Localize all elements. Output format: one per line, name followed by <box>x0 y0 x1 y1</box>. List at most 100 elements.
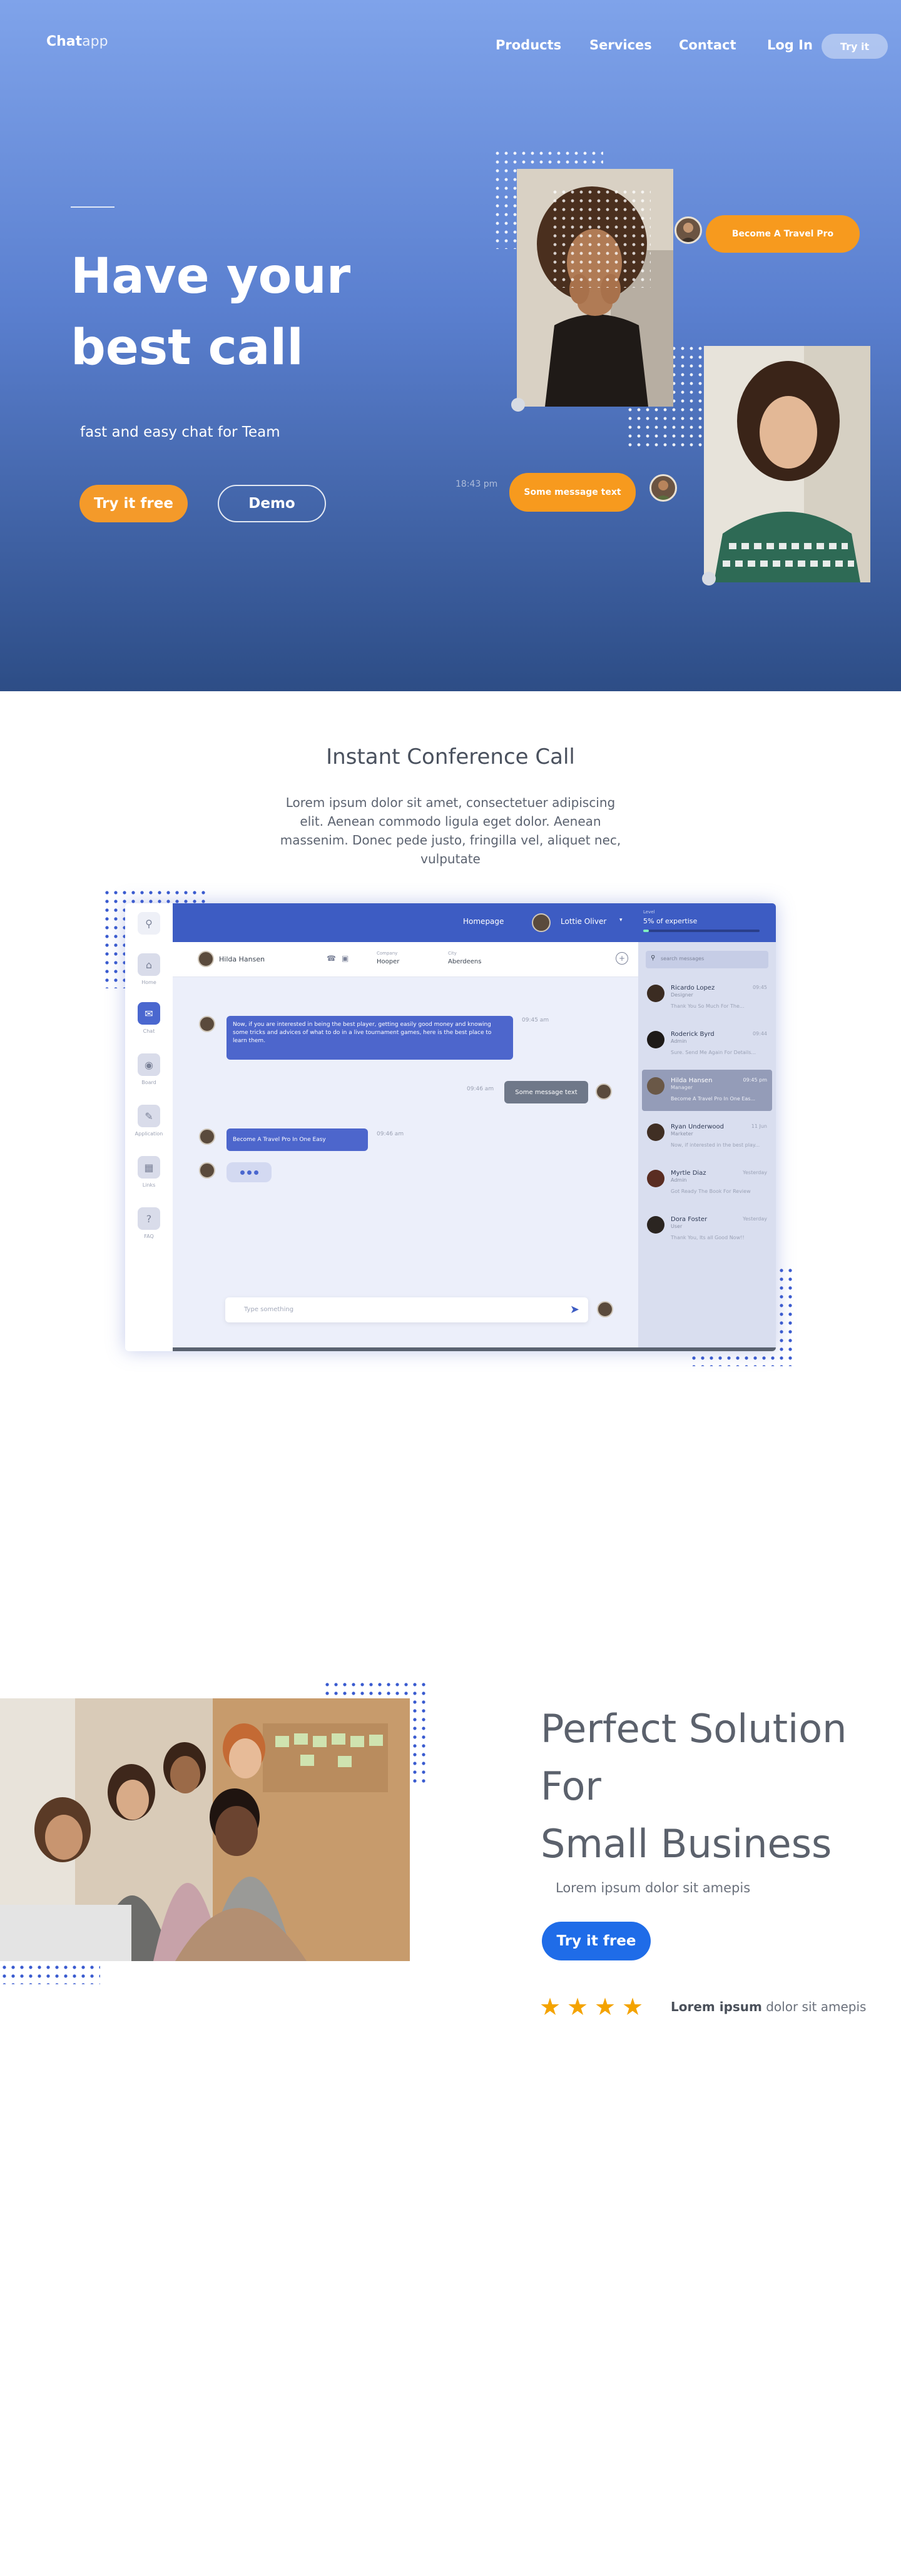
message-incoming: Become A Travel Pro In One Easy <box>227 1128 368 1151</box>
home-icon[interactable]: ⌂ <box>138 953 160 976</box>
contact-avatar <box>647 1216 664 1234</box>
nav-try-button[interactable]: Try it <box>822 34 888 59</box>
photo-corner-dot <box>511 398 525 412</box>
solution-title: Perfect Solution For Small Business <box>541 1700 866 1873</box>
star-icon: ★ <box>567 1993 589 2021</box>
contact-role: Designer <box>671 992 693 998</box>
contact-last-message: Thank You, Its all Good Now!! <box>671 1235 745 1240</box>
contact-time: 09:45 pm <box>743 1077 767 1083</box>
user-avatar[interactable] <box>532 913 551 932</box>
contact-item[interactable]: Myrtle Diaz Admin Got Ready The Book For… <box>642 1162 772 1204</box>
contact-last-message: Become A Travel Pro In One Eas... <box>671 1096 756 1102</box>
chevron-down-icon[interactable]: ▾ <box>619 917 623 923</box>
try-free-button[interactable]: Try it free <box>79 485 188 522</box>
contact-role: Marketer <box>671 1131 693 1137</box>
message-compose[interactable]: Type something ➤ <box>225 1297 588 1322</box>
nav-login[interactable]: Log In <box>767 38 813 53</box>
message-bubble-bottom: Some message text <box>509 473 636 512</box>
message-time: 09:46 am <box>467 1086 494 1092</box>
search-icon: ⚲ <box>651 955 656 961</box>
add-icon[interactable]: + <box>616 952 628 965</box>
chat-contact-name: Hilda Hansen <box>219 955 265 963</box>
message-avatar <box>199 1162 215 1179</box>
hero-section: Chatapp Products Services Contact Log In… <box>0 0 901 691</box>
contact-search[interactable]: ⚲ search messages <box>646 951 768 968</box>
logo[interactable]: Chatapp <box>46 34 108 49</box>
contact-avatar <box>647 985 664 1002</box>
level-value: 5% of expertise <box>643 917 698 925</box>
message-avatar <box>199 1128 215 1145</box>
sidebar-label-home: Home <box>141 980 156 985</box>
compose-placeholder[interactable]: Type something <box>244 1306 293 1313</box>
links-icon[interactable]: ▦ <box>138 1156 160 1179</box>
contact-time: 11 Jun <box>751 1123 767 1129</box>
contact-avatar <box>647 1123 664 1141</box>
contact-item[interactable]: Roderick Byrd Admin Sure. Send Me Again … <box>642 1023 772 1065</box>
dot-pattern <box>0 1963 100 1984</box>
hero-divider <box>71 206 115 208</box>
app-bottom-bar <box>173 1347 776 1351</box>
search-icon[interactable]: ⚲ <box>138 912 160 935</box>
city-value: Aberdeens <box>448 958 482 965</box>
message-time: 09:45 am <box>522 1017 549 1023</box>
contact-avatar <box>647 1077 664 1095</box>
contact-role: Admin <box>671 1177 687 1183</box>
bubble-time: 18:43 pm <box>456 479 498 489</box>
star-icon: ★ <box>622 1993 644 2021</box>
video-icon[interactable]: ▣ <box>342 954 349 963</box>
nav-services[interactable]: Services <box>589 38 652 53</box>
chat-header: Hilda Hansen ☎ ▣ Company Hooper City Abe… <box>173 942 638 977</box>
contact-item[interactable]: Ryan Underwood Marketer Now, if interest… <box>642 1116 772 1157</box>
level-progress <box>643 930 760 932</box>
message-avatar <box>199 1016 215 1032</box>
sidebar-label-application: Application <box>135 1131 163 1137</box>
faq-icon[interactable]: ? <box>138 1207 160 1230</box>
message-time: 09:46 am <box>377 1131 404 1137</box>
nav-products[interactable]: Products <box>496 38 561 53</box>
solution-title-line: Small Business <box>541 1821 832 1867</box>
rating-text-bold: Lorem ipsum <box>671 1999 762 2014</box>
try-free-button-secondary[interactable]: Try it free <box>542 1922 651 1960</box>
contact-item[interactable]: Ricardo Lopez Designer Thank You So Much… <box>642 977 772 1018</box>
company-value: Hooper <box>377 958 400 965</box>
avatar <box>674 216 702 244</box>
typing-indicator <box>227 1162 272 1182</box>
contact-name: Roderick Byrd <box>671 1031 715 1038</box>
hero-subtitle: fast and easy chat for Team <box>80 424 280 440</box>
contact-item-active[interactable]: Hilda Hansen Manager Become A Travel Pro… <box>642 1070 772 1111</box>
homepage-link[interactable]: Homepage <box>463 917 504 926</box>
contact-time: Yesterday <box>743 1170 767 1175</box>
nav-contact[interactable]: Contact <box>679 38 736 53</box>
contact-name: Myrtle Diaz <box>671 1170 706 1177</box>
app-topbar: Homepage Lottie Oliver ▾ Level 5% of exp… <box>173 903 776 942</box>
board-icon[interactable]: ◉ <box>138 1053 160 1076</box>
level-label: Level <box>643 910 655 915</box>
message-avatar <box>596 1083 612 1100</box>
conference-text: Lorem ipsum dolor sit amet, consectetuer… <box>280 795 621 866</box>
conference-title: Instant Conference Call <box>326 744 575 769</box>
application-icon[interactable]: ✎ <box>138 1105 160 1127</box>
contact-name: Ryan Underwood <box>671 1123 724 1130</box>
dot-pattern-overlay <box>551 188 651 288</box>
user-name[interactable]: Lottie Oliver <box>561 917 606 926</box>
sidebar-label-faq: FAQ <box>144 1234 154 1239</box>
company-label: Company <box>377 951 398 956</box>
city-label: City <box>448 951 457 956</box>
contact-avatar <box>198 951 214 967</box>
chat-app-preview: ⚲ ⌂ Home ✉ Chat ◉ Board ✎ Application ▦ … <box>125 903 776 1351</box>
chat-icon[interactable]: ✉ <box>138 1002 160 1025</box>
solution-title-line: For <box>541 1763 601 1809</box>
contact-time: 09:45 <box>752 985 767 990</box>
contact-role: Manager <box>671 1085 693 1090</box>
contact-last-message: Now, if interested in the best play... <box>671 1142 760 1148</box>
solution-subtitle: Lorem ipsum dolor sit amepis <box>556 1880 751 1895</box>
contact-time: Yesterday <box>743 1216 767 1222</box>
sidebar-label-links: Links <box>142 1182 156 1188</box>
demo-button[interactable]: Demo <box>218 485 326 522</box>
contact-name: Hilda Hansen <box>671 1077 713 1084</box>
phone-icon[interactable]: ☎ <box>327 954 336 963</box>
photo-corner-dot <box>702 572 716 586</box>
send-icon[interactable]: ➤ <box>570 1303 579 1316</box>
contact-item[interactable]: Dora Foster User Thank You, Its all Good… <box>642 1209 772 1250</box>
contact-name: Dora Foster <box>671 1216 708 1223</box>
